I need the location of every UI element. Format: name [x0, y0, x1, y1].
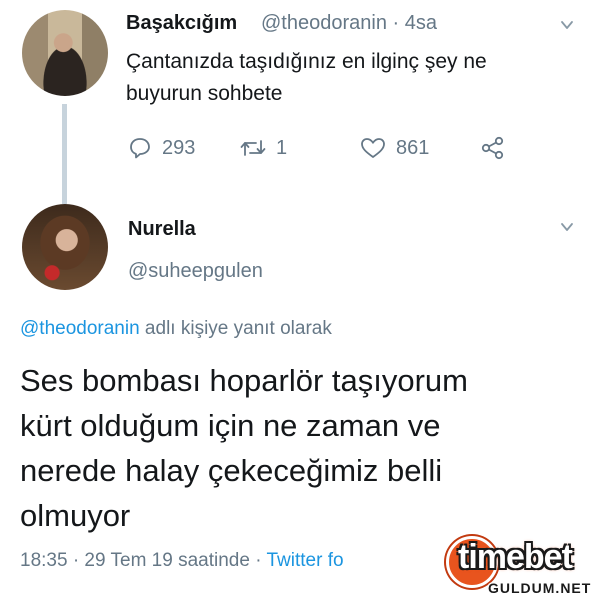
- watermark-brand: timebet: [458, 538, 573, 576]
- tweet-text-line: nerede halay çekeceğimiz belli: [20, 453, 443, 488]
- tweet-text-line: kürt olduğum için ne zaman ve: [20, 408, 441, 443]
- source-link[interactable]: Twitter fo: [266, 550, 343, 571]
- tweet-text: Çantanızda taşıdığınız en ilginç şey ne …: [126, 46, 556, 110]
- chevron-down-icon[interactable]: [560, 18, 574, 32]
- watermark-logo: timebet GULDUM.NET: [436, 536, 592, 598]
- heart-icon: [361, 138, 385, 158]
- author-name[interactable]: Nurella: [128, 218, 196, 241]
- tweet-text: Ses bombası hoparlör taşıyorum kürt oldu…: [20, 358, 580, 538]
- avatar[interactable]: [22, 204, 108, 290]
- tweet-meta: 18:35 · 29 Tem 19 saatinde · Twitter fo: [20, 550, 344, 572]
- retweet-button[interactable]: 1: [240, 136, 287, 160]
- tweet-text-line: olmuyor: [20, 498, 131, 533]
- replying-label: adlı kişiye yanıt olarak: [139, 318, 332, 339]
- author-name[interactable]: Başakcığım: [126, 12, 237, 35]
- thread-connector-line: [62, 104, 67, 204]
- reply-count: 293: [162, 136, 196, 159]
- like-button[interactable]: 861: [360, 136, 429, 160]
- replying-to: @theodoranin adlı kişiye yanıt olarak: [20, 318, 332, 340]
- reply-icon: [130, 138, 150, 159]
- timestamp[interactable]: 18:35 · 29 Tem 19 saatinde ·: [20, 550, 266, 571]
- like-count: 861: [396, 136, 430, 159]
- author-handle[interactable]: @suheepgulen: [128, 260, 263, 283]
- share-button[interactable]: [480, 136, 506, 160]
- retweet-count: 1: [276, 136, 288, 159]
- reply-mention-link[interactable]: @theodoranin: [20, 318, 140, 339]
- reply-button[interactable]: 293: [128, 136, 195, 160]
- retweet-icon: [240, 140, 266, 156]
- author-handle-time[interactable]: @theodoranin · 4sa: [261, 12, 437, 35]
- avatar[interactable]: [22, 10, 108, 96]
- share-icon: [481, 136, 504, 160]
- chevron-down-icon[interactable]: [560, 220, 574, 234]
- tweet-text-line: Çantanızda taşıdığınız en ilginç şey ne: [126, 50, 487, 73]
- tweet-text-line: Ses bombası hoparlör taşıyorum: [20, 363, 468, 398]
- tweet-text-line: buyurun sohbete: [126, 82, 283, 105]
- watermark-site: GULDUM.NET: [488, 580, 592, 596]
